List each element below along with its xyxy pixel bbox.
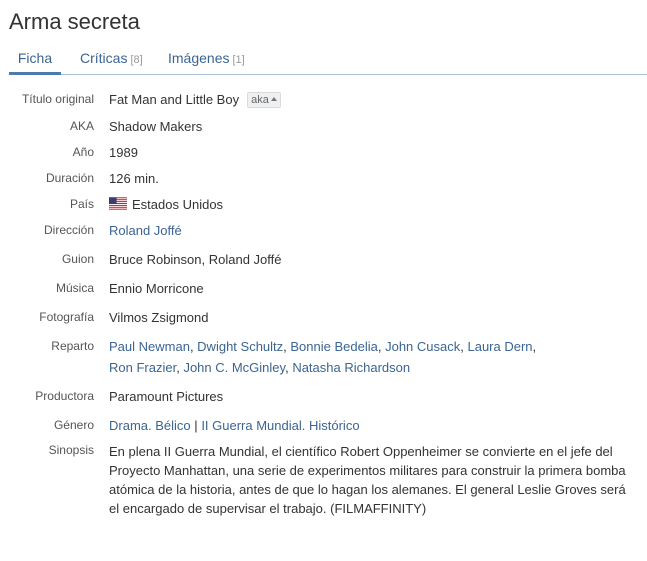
- aka-toggle-button[interactable]: aka: [247, 92, 281, 108]
- tab-criticas[interactable]: Críticas [8]: [80, 46, 143, 75]
- cast-link[interactable]: Natasha Richardson: [292, 360, 410, 375]
- genre-link[interactable]: Drama.: [109, 418, 152, 433]
- field-label: Guion: [61, 252, 94, 266]
- tab-count: [1]: [232, 54, 245, 66]
- script-value: Bruce Robinson, Roland Joffé: [109, 252, 282, 267]
- field-label: Género: [53, 418, 94, 432]
- tab-imagenes[interactable]: Imágenes [1]: [168, 46, 245, 75]
- cast-link[interactable]: Ron Frazier: [109, 360, 176, 375]
- country-name: Estados Unidos: [132, 197, 224, 212]
- caret-up-icon: [270, 97, 277, 101]
- genre-value: Drama. Bélico | II Guerra Mundial. Histó…: [109, 415, 639, 436]
- tab-count: [8]: [130, 54, 143, 66]
- tab-label: Críticas: [80, 50, 128, 66]
- us-flag-icon: [109, 197, 127, 210]
- tab-label: Ficha: [17, 50, 53, 66]
- original-title-value: Fat Man and Little Boy aka: [109, 89, 639, 110]
- aka-value: Shadow Makers: [109, 119, 203, 134]
- photography-value: Vilmos Zsigmond: [109, 310, 209, 325]
- producer-value: Paramount Pictures: [109, 389, 224, 404]
- field-label: AKA: [69, 119, 94, 133]
- field-label: Música: [55, 281, 94, 295]
- field-label: País: [69, 197, 94, 211]
- field-label: Reparto: [51, 339, 94, 353]
- tab-ficha[interactable]: Ficha: [9, 46, 61, 75]
- field-label: Dirección: [43, 223, 94, 237]
- genre-link[interactable]: Bélico: [155, 418, 190, 433]
- director-value: Roland Joffé: [109, 220, 639, 241]
- topic-link[interactable]: II Guerra Mundial.: [201, 418, 305, 433]
- duration-value: 126 min.: [109, 171, 159, 186]
- separator: ,: [532, 339, 537, 354]
- cast-link[interactable]: Laura Dern: [467, 339, 532, 354]
- original-title: Fat Man and Little Boy: [109, 92, 240, 107]
- genre-separator: |: [194, 418, 198, 433]
- field-label: Fotografía: [39, 310, 94, 324]
- cast-link[interactable]: Paul Newman: [109, 339, 190, 354]
- cast-value: Paul Newman, Dwight Schultz, Bonnie Bede…: [109, 336, 639, 378]
- year-value: 1989: [109, 145, 138, 160]
- country-value: Estados Unidos: [109, 194, 639, 215]
- cast-link[interactable]: Bonnie Bedelia: [290, 339, 377, 354]
- field-label: Sinopsis: [48, 443, 94, 457]
- director-link[interactable]: Roland Joffé: [109, 223, 182, 238]
- cast-link[interactable]: Dwight Schultz: [197, 339, 283, 354]
- field-label: Productora: [35, 389, 94, 403]
- separator: ,: [377, 339, 386, 354]
- tab-bar: Ficha Críticas [8] Imágenes [1]: [9, 46, 647, 75]
- cast-link[interactable]: John C. McGinley: [183, 360, 285, 375]
- tab-label: Imágenes: [168, 50, 230, 66]
- cast-link[interactable]: John Cusack: [385, 339, 460, 354]
- synopsis-text: En plena II Guerra Mundial, el científic…: [109, 444, 626, 516]
- page-title: Arma secreta: [9, 9, 140, 34]
- field-label: Título original: [21, 92, 94, 106]
- music-value: Ennio Morricone: [109, 281, 204, 296]
- field-label: Año: [72, 145, 94, 159]
- topic-link[interactable]: Histórico: [309, 418, 360, 433]
- aka-badge-label: aka: [251, 94, 269, 106]
- field-label: Duración: [45, 171, 94, 185]
